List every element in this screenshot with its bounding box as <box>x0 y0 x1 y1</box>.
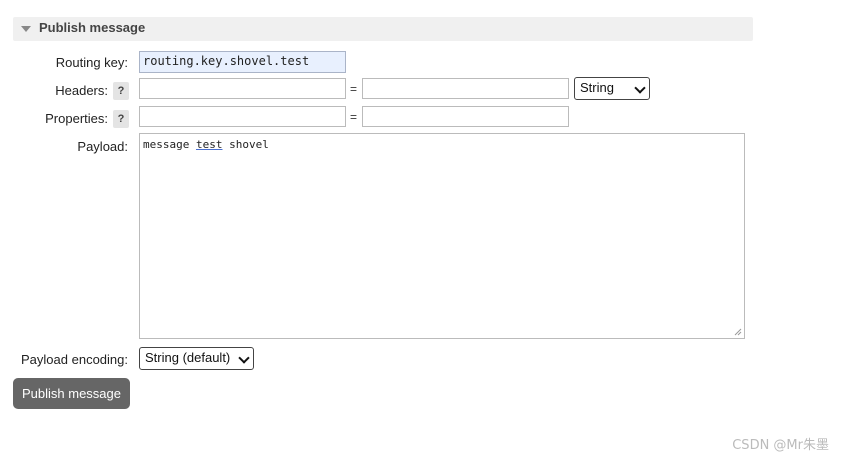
collapse-triangle-icon[interactable] <box>21 26 31 32</box>
resize-grip-icon[interactable] <box>734 328 742 336</box>
headers-type-selected: String <box>580 80 614 95</box>
payload-text-after: shovel <box>222 138 269 151</box>
payload-encoding-select[interactable]: String (default) <box>139 347 254 370</box>
headers-equals: = <box>350 82 358 96</box>
watermark-text: CSDN @Mr朱墨 <box>732 438 829 453</box>
properties-key-input[interactable] <box>139 106 346 127</box>
properties-label: Properties: <box>45 111 108 126</box>
payload-encoding-label: Payload encoding: <box>21 352 128 367</box>
properties-equals: = <box>350 110 358 124</box>
payload-textarea[interactable]: message test shovel <box>139 133 745 339</box>
headers-label: Headers: <box>55 83 108 98</box>
routing-key-label: Routing key: <box>55 55 128 70</box>
chevron-down-icon <box>634 82 646 94</box>
headers-key-input[interactable] <box>139 78 346 99</box>
properties-value-input[interactable] <box>362 106 569 127</box>
headers-type-select[interactable]: String <box>574 77 650 100</box>
headers-value-input[interactable] <box>362 78 569 99</box>
payload-text-before: message <box>143 138 196 151</box>
payload-encoding-selected: String (default) <box>145 350 231 365</box>
payload-label: Payload: <box>77 139 128 154</box>
headers-help-button[interactable]: ? <box>113 82 129 100</box>
properties-help-button[interactable]: ? <box>113 110 129 128</box>
section-header-publish-message[interactable]: Publish message <box>13 17 753 41</box>
publish-message-button[interactable]: Publish message <box>13 378 130 409</box>
chevron-down-icon <box>238 352 250 364</box>
routing-key-input[interactable]: routing.key.shovel.test <box>139 51 346 73</box>
section-title: Publish message <box>39 20 146 35</box>
payload-text-spellchecked: test <box>195 138 223 151</box>
